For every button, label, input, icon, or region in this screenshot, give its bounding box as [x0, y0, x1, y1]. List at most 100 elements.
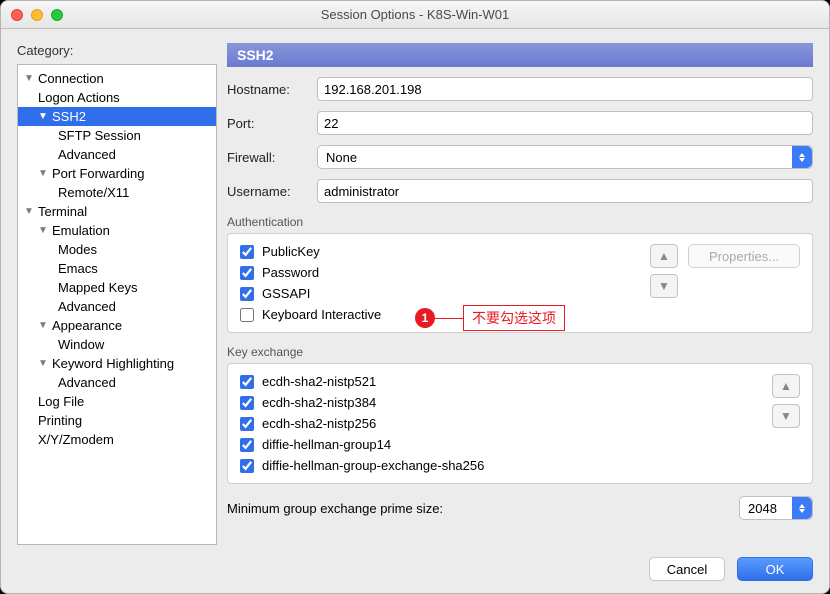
chevron-down-icon: ▼	[24, 206, 36, 217]
tree-window[interactable]: Window	[18, 335, 216, 354]
tree-port-forwarding[interactable]: ▼Port Forwarding	[18, 164, 216, 183]
cancel-button[interactable]: Cancel	[649, 557, 725, 581]
annotation-number: 1	[415, 308, 435, 328]
kex-row[interactable]: ecdh-sha2-nistp521	[240, 374, 762, 389]
minimize-icon[interactable]	[31, 9, 43, 21]
auth-keyboard-interactive-label: Keyboard Interactive	[262, 307, 381, 322]
min-group-value: 2048	[748, 501, 777, 516]
content: Category: ▼Connection Logon Actions ▼SSH…	[1, 29, 829, 593]
kex-label: ecdh-sha2-nistp384	[262, 395, 376, 410]
category-tree[interactable]: ▼Connection Logon Actions ▼SSH2 SFTP Ses…	[17, 64, 217, 545]
kex-checkbox[interactable]	[240, 417, 254, 431]
auth-publickey-checkbox[interactable]	[240, 245, 254, 259]
tree-terminal[interactable]: ▼Terminal	[18, 202, 216, 221]
auth-gssapi-row[interactable]: GSSAPI	[240, 286, 640, 301]
close-icon[interactable]	[11, 9, 23, 21]
auth-keyboard-interactive-row[interactable]: Keyboard Interactive 1 不要勾选这项	[240, 307, 640, 322]
firewall-label: Firewall:	[227, 150, 309, 165]
tree-logon-actions[interactable]: Logon Actions	[18, 88, 216, 107]
kex-group-label: Key exchange	[227, 345, 813, 359]
min-group-label: Minimum group exchange prime size:	[227, 501, 443, 516]
kex-checkbox[interactable]	[240, 396, 254, 410]
annotation: 1 不要勾选这项	[415, 305, 565, 331]
properties-col: Properties...	[688, 244, 800, 322]
auth-publickey-row[interactable]: PublicKey	[240, 244, 640, 259]
kex-row[interactable]: ecdh-sha2-nistp256	[240, 416, 762, 431]
category-column: Category: ▼Connection Logon Actions ▼SSH…	[17, 43, 217, 545]
auth-gssapi-label: GSSAPI	[262, 286, 310, 301]
auth-password-checkbox[interactable]	[240, 266, 254, 280]
tree-emulation[interactable]: ▼Emulation	[18, 221, 216, 240]
kex-row[interactable]: ecdh-sha2-nistp384	[240, 395, 762, 410]
kex-row[interactable]: diffie-hellman-group14	[240, 437, 762, 452]
auth-group-label: Authentication	[227, 215, 813, 229]
arrow-up-icon: ▲	[658, 249, 670, 263]
port-input[interactable]	[317, 111, 813, 135]
auth-gssapi-checkbox[interactable]	[240, 287, 254, 301]
chevron-down-icon: ▼	[24, 73, 36, 84]
tree-appearance[interactable]: ▼Appearance	[18, 316, 216, 335]
kex-label: diffie-hellman-group14	[262, 437, 391, 452]
port-label: Port:	[227, 116, 309, 131]
chevron-updown-icon	[792, 497, 812, 519]
auth-group: PublicKey Password GSSAPI Keyboard	[227, 233, 813, 333]
firewall-value: None	[326, 150, 357, 165]
arrow-down-icon: ▼	[780, 409, 792, 423]
kex-move-down-button[interactable]: ▼	[772, 404, 800, 428]
username-input[interactable]	[317, 179, 813, 203]
hostname-label: Hostname:	[227, 82, 309, 97]
kex-row[interactable]: diffie-hellman-group-exchange-sha256	[240, 458, 762, 473]
titlebar: Session Options - K8S-Win-W01	[1, 1, 829, 29]
ok-button[interactable]: OK	[737, 557, 813, 581]
auth-password-row[interactable]: Password	[240, 265, 640, 280]
window-controls	[11, 9, 63, 21]
tree-sftp-session[interactable]: SFTP Session	[18, 126, 216, 145]
kex-side-buttons: ▲ ▼	[772, 374, 800, 473]
kex-list: ecdh-sha2-nistp521 ecdh-sha2-nistp384 ec…	[240, 374, 762, 473]
auth-publickey-label: PublicKey	[262, 244, 320, 259]
tree-printing[interactable]: Printing	[18, 411, 216, 430]
move-down-button[interactable]: ▼	[650, 274, 678, 298]
tree-keyword-highlighting[interactable]: ▼Keyword Highlighting	[18, 354, 216, 373]
kex-label: diffie-hellman-group-exchange-sha256	[262, 458, 484, 473]
move-up-button[interactable]: ▲	[650, 244, 678, 268]
tree-advanced2[interactable]: Advanced	[18, 297, 216, 316]
tree-remote-x11[interactable]: Remote/X11	[18, 183, 216, 202]
auth-side-buttons: ▲ ▼	[650, 244, 678, 322]
settings-panel: SSH2 Hostname: Port: Firewall: None User…	[227, 43, 813, 545]
tree-mapped-keys[interactable]: Mapped Keys	[18, 278, 216, 297]
window-title: Session Options - K8S-Win-W01	[1, 7, 829, 22]
arrow-down-icon: ▼	[658, 279, 670, 293]
kex-checkbox[interactable]	[240, 375, 254, 389]
tree-log-file[interactable]: Log File	[18, 392, 216, 411]
tree-connection[interactable]: ▼Connection	[18, 69, 216, 88]
annotation-line	[435, 318, 463, 319]
auth-list: PublicKey Password GSSAPI Keyboard	[240, 244, 640, 322]
username-label: Username:	[227, 184, 309, 199]
maximize-icon[interactable]	[51, 9, 63, 21]
arrow-up-icon: ▲	[780, 379, 792, 393]
properties-button[interactable]: Properties...	[688, 244, 800, 268]
tree-ssh2[interactable]: ▼SSH2	[18, 107, 216, 126]
tree-advanced[interactable]: Advanced	[18, 145, 216, 164]
min-group-row: Minimum group exchange prime size: 2048	[227, 496, 813, 520]
kex-label: ecdh-sha2-nistp521	[262, 374, 376, 389]
kex-checkbox[interactable]	[240, 438, 254, 452]
kex-label: ecdh-sha2-nistp256	[262, 416, 376, 431]
kex-checkbox[interactable]	[240, 459, 254, 473]
chevron-down-icon: ▼	[38, 320, 50, 331]
connection-form: Hostname: Port: Firewall: None Username:	[227, 77, 813, 203]
firewall-select[interactable]: None	[317, 145, 813, 169]
auth-keyboard-interactive-checkbox[interactable]	[240, 308, 254, 322]
tree-advanced3[interactable]: Advanced	[18, 373, 216, 392]
tree-modes[interactable]: Modes	[18, 240, 216, 259]
chevron-down-icon: ▼	[38, 225, 50, 236]
hostname-input[interactable]	[317, 77, 813, 101]
session-options-window: Session Options - K8S-Win-W01 Category: …	[0, 0, 830, 594]
tree-emacs[interactable]: Emacs	[18, 259, 216, 278]
chevron-down-icon: ▼	[38, 168, 50, 179]
kex-group: ecdh-sha2-nistp521 ecdh-sha2-nistp384 ec…	[227, 363, 813, 484]
tree-xyzmodem[interactable]: X/Y/Zmodem	[18, 430, 216, 449]
min-group-select[interactable]: 2048	[739, 496, 813, 520]
kex-move-up-button[interactable]: ▲	[772, 374, 800, 398]
